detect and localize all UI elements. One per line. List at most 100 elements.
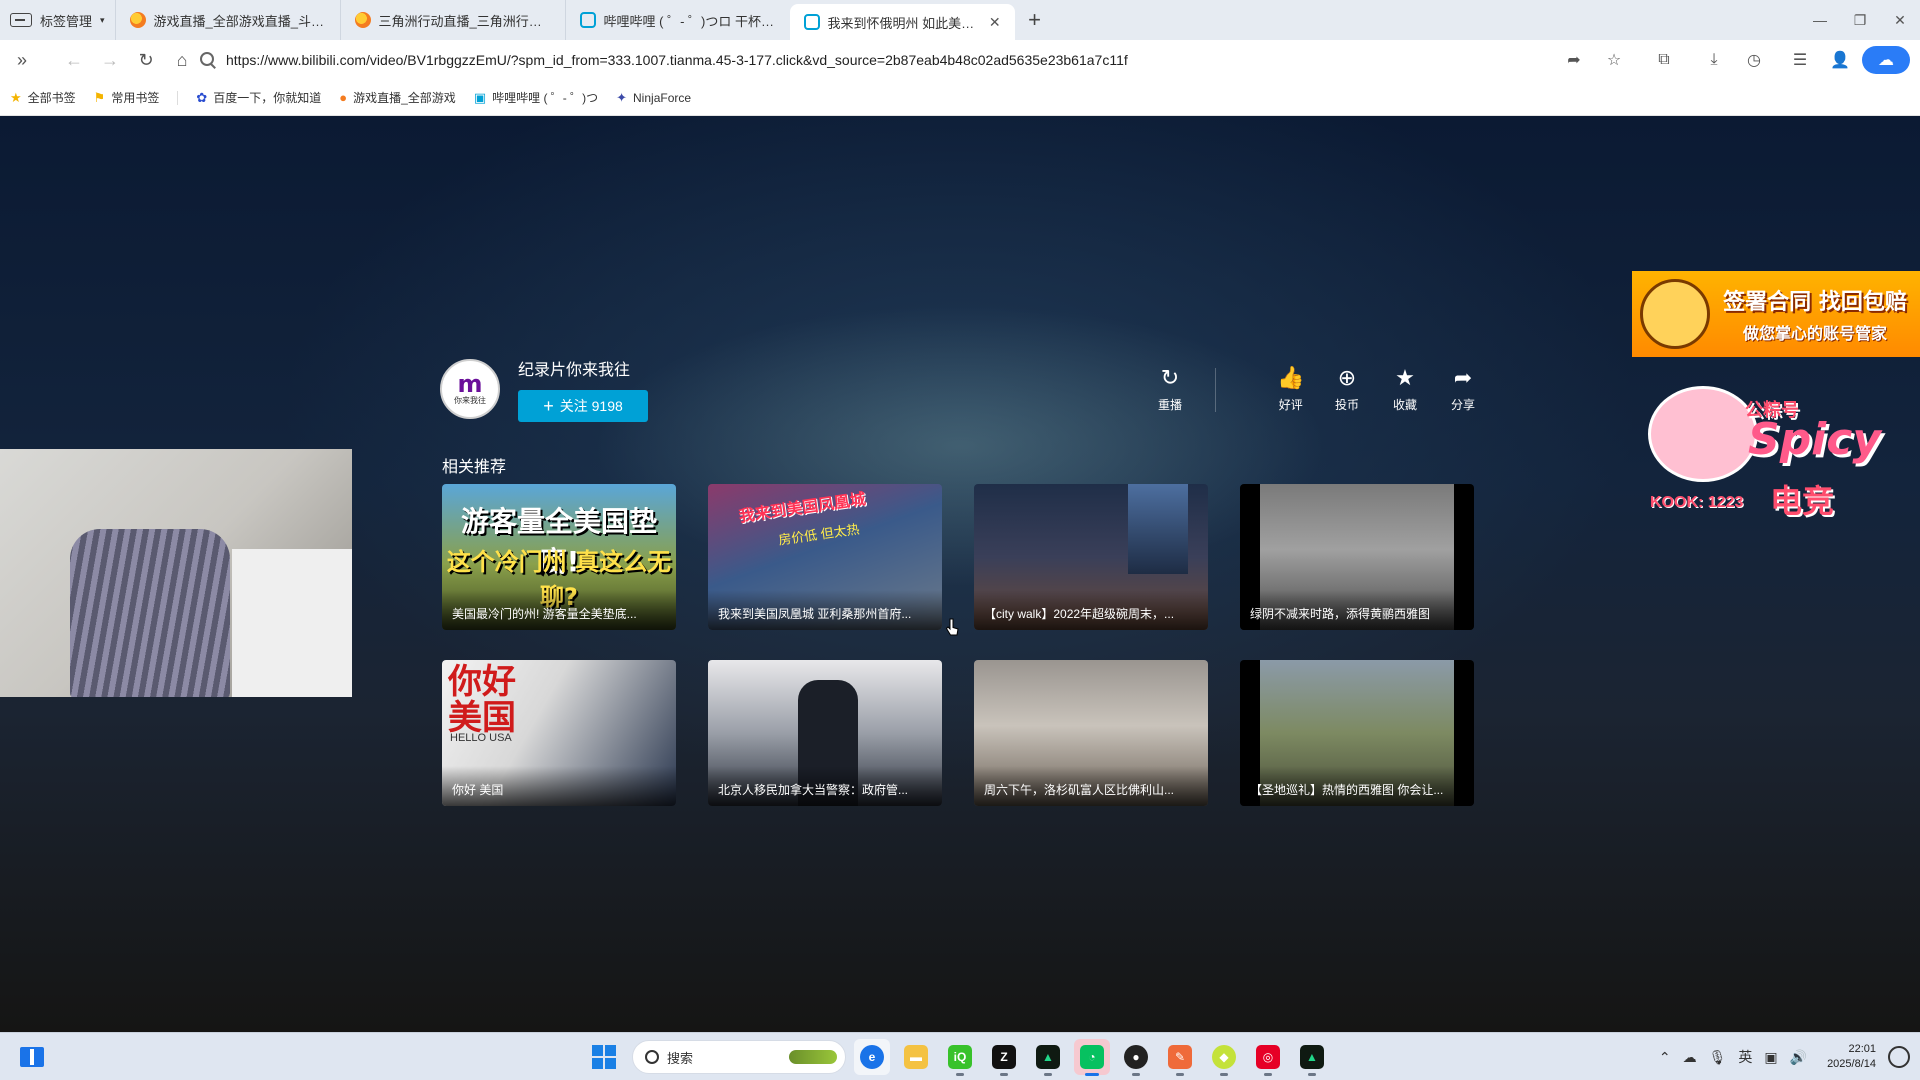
edge-browser-icon[interactable]: e	[854, 1039, 890, 1075]
browser-toolbar: » ← → ↻ ⌂ ➦ ☆ ⧉ ⤓ ◷ ☰ 👤 ☁	[0, 40, 1920, 80]
baidu-paw-icon: ✿	[196, 89, 208, 105]
author-name[interactable]: 纪录片你来我往	[518, 356, 648, 380]
new-tab-button[interactable]: +	[1015, 7, 1055, 33]
avatar-caption: 你来我往	[454, 395, 486, 405]
action-label: 投币	[1335, 398, 1360, 412]
tab-manager-button[interactable]: 标签管理 ▾	[0, 0, 115, 40]
forward-icon[interactable]: →	[92, 42, 128, 78]
author-block: m 你来我往 纪录片你来我往 + 关注 9198	[440, 356, 648, 422]
search-highlight-icon	[789, 1050, 837, 1064]
history-icon[interactable]: ◷	[1736, 42, 1772, 78]
bilibili-favicon-icon: ▣	[473, 89, 487, 105]
taskbar: 搜索 e ▬ iQ Z ▲ ◔ ● ✎ ◆ ◎ ▲ ⌃ ☁ 🎙 英 ▣ 🔊 22…	[0, 1032, 1920, 1080]
tab-title: 三角洲行动直播_三角洲行动直播	[378, 13, 551, 29]
tab-title: 我来到怀俄明州 如此美丽 为什	[827, 15, 981, 31]
action-label: 收藏	[1393, 398, 1418, 412]
iqiyi-icon[interactable]: iQ	[942, 1039, 978, 1076]
related-video-card[interactable]: 我来到美国凤凰城 房价低 但太热 我来到美国凤凰城 亚利桑那州首府...	[708, 484, 942, 630]
zed-editor-icon[interactable]: Z	[986, 1039, 1022, 1076]
obs-icon[interactable]: ●	[1118, 1039, 1154, 1076]
spicy-sticker: 公粽号 Spicy KOOK: 1223 电竞	[1630, 366, 1920, 536]
wechat-icon[interactable]: ◔	[1074, 1039, 1110, 1076]
tab-manager-icon	[10, 13, 32, 27]
minimize-icon[interactable]: —	[1800, 0, 1840, 40]
sticker-line-3: KOOK: 1223	[1650, 494, 1744, 511]
ad-line-2: 做您掌心的账号管家	[1742, 324, 1887, 343]
search-icon	[645, 1050, 659, 1064]
avatar[interactable]: m 你来我往	[440, 359, 500, 419]
tab-bilibili-video-active[interactable]: 我来到怀俄明州 如此美丽 为什 ✕	[789, 4, 1015, 40]
tab-douyu-delta[interactable]: 三角洲行动直播_三角洲行动直播	[339, 0, 565, 40]
clock[interactable]: 22:01 2025/8/14	[1827, 1042, 1876, 1072]
mascot-icon	[1640, 279, 1710, 349]
close-window-icon[interactable]: ✕	[1880, 0, 1920, 40]
video-title: 北京人移民加拿大当警察：政府管...	[708, 766, 942, 806]
webcam-chair	[70, 529, 230, 697]
onedrive-icon[interactable]: ☁	[1683, 1049, 1697, 1066]
address-bar[interactable]	[196, 44, 1626, 76]
video-title: 美国最冷门的州! 游客量全美垫底...	[442, 590, 676, 630]
search-icon	[200, 52, 216, 68]
bookmark-frequent[interactable]: ⚑ 常用书签	[94, 89, 160, 106]
replay-icon: ↻	[1160, 365, 1180, 390]
app-orange-icon[interactable]: ✎	[1162, 1039, 1198, 1076]
system-tray: ⌃ ☁ 🎙 英 ▣ 🔊 22:01 2025/8/14	[1659, 1033, 1920, 1080]
menu-icon[interactable]: ☰	[1782, 42, 1818, 78]
video-title: 你好 美国	[442, 766, 676, 806]
profile-icon[interactable]: 👤	[1822, 42, 1858, 78]
url-input[interactable]	[226, 52, 1526, 68]
notification-icon[interactable]	[1888, 1046, 1910, 1068]
video-title: 【圣地巡礼】热情的西雅图 你会让...	[1240, 766, 1474, 806]
bookmark-ninjaforce[interactable]: ✦ NinjaForce	[616, 90, 691, 106]
back-icon[interactable]: ←	[56, 42, 92, 78]
restore-icon[interactable]: ❐	[1840, 0, 1880, 40]
browser-tab-bar: 标签管理 ▾ 游戏直播_全部游戏直播_斗鱼直播 三角洲行动直播_三角洲行动直播 …	[0, 0, 1920, 40]
network-icon[interactable]: ▣	[1764, 1049, 1777, 1066]
microphone-icon[interactable]: 🎙	[1709, 1049, 1727, 1066]
coin-button[interactable]: ⊕ 投币	[1335, 366, 1359, 413]
cloud-sync-button[interactable]: ☁	[1862, 46, 1910, 74]
video-end-screen: m 你来我往 纪录片你来我往 + 关注 9198 ↻ 重播 👍 好评 ⊕ 投币 …	[0, 116, 1920, 1032]
related-video-card[interactable]: 北京人移民加拿大当警察：政府管...	[708, 660, 942, 806]
avatar-logo: m	[457, 369, 483, 398]
taskbar-search[interactable]: 搜索	[632, 1040, 846, 1074]
pycharm-icon[interactable]: ▲	[1030, 1039, 1066, 1076]
related-video-card[interactable]: 【圣地巡礼】热情的西雅图 你会让...	[1240, 660, 1474, 806]
tab-bilibili-home[interactable]: 哔哩哔哩 ( ゜- ゜)つロ 干杯~-bilibili	[564, 0, 790, 40]
bookmark-all[interactable]: ★ 全部书签	[10, 89, 76, 106]
bookmark-douyu[interactable]: ● 游戏直播_全部游戏	[339, 89, 456, 106]
bookmark-baidu[interactable]: ✿ 百度一下，你就知道	[196, 89, 321, 106]
ime-indicator[interactable]: 英	[1738, 1047, 1752, 1067]
related-title: 相关推荐	[442, 459, 507, 476]
share-page-icon[interactable]: ➦	[1556, 42, 1592, 78]
bookmark-label: 全部书签	[27, 91, 76, 105]
sidebar-toggle-icon[interactable]: »	[4, 42, 40, 78]
app-lime-icon[interactable]: ◆	[1206, 1039, 1242, 1076]
bookmark-bilibili[interactable]: ▣ 哔哩哔哩 ( ゜- ゜)つ	[474, 89, 598, 106]
bookmark-star-icon[interactable]: ☆	[1596, 42, 1632, 78]
related-video-card[interactable]: 你好美国 HELLO USA 你好 美国	[442, 660, 676, 806]
file-explorer-icon[interactable]: ▬	[898, 1039, 934, 1075]
reload-icon[interactable]: ↻	[128, 42, 164, 78]
close-tab-icon[interactable]: ✕	[989, 14, 1001, 31]
replay-button[interactable]: ↻ 重播	[1158, 366, 1182, 413]
tab-manager-label: 标签管理	[40, 13, 93, 29]
tab-douyu-games[interactable]: 游戏直播_全部游戏直播_斗鱼直播	[114, 0, 340, 40]
extensions-icon[interactable]: ⧉	[1646, 42, 1682, 78]
related-video-card[interactable]: 【city walk】2022年超级碗周末，...	[974, 484, 1208, 630]
related-video-card[interactable]: 游客量全美国垫底! 这个冷门州 真这么无聊? 美国最冷门的州! 游客量全美垫底.…	[442, 484, 676, 630]
pycharm-2-icon[interactable]: ▲	[1294, 1039, 1330, 1076]
share-button[interactable]: ➦ 分享	[1451, 366, 1475, 413]
home-icon[interactable]: ⌂	[164, 42, 200, 78]
favorite-button[interactable]: ★ 收藏	[1393, 366, 1417, 413]
like-button[interactable]: 👍 好评	[1277, 366, 1304, 413]
follow-button[interactable]: + 关注 9198	[518, 390, 648, 422]
download-icon[interactable]: ⤓	[1696, 42, 1732, 78]
chevron-up-icon[interactable]: ⌃	[1659, 1049, 1671, 1066]
related-video-card[interactable]: 周六下午，洛杉矶富人区比佛利山...	[974, 660, 1208, 806]
volume-icon[interactable]: 🔊	[1790, 1049, 1807, 1066]
netease-music-icon[interactable]: ◎	[1250, 1039, 1286, 1076]
related-video-card[interactable]: 绿阴不减来时路，添得黄鹂西雅图	[1240, 484, 1474, 630]
widgets-icon[interactable]	[20, 1047, 44, 1067]
start-button[interactable]	[592, 1045, 616, 1069]
